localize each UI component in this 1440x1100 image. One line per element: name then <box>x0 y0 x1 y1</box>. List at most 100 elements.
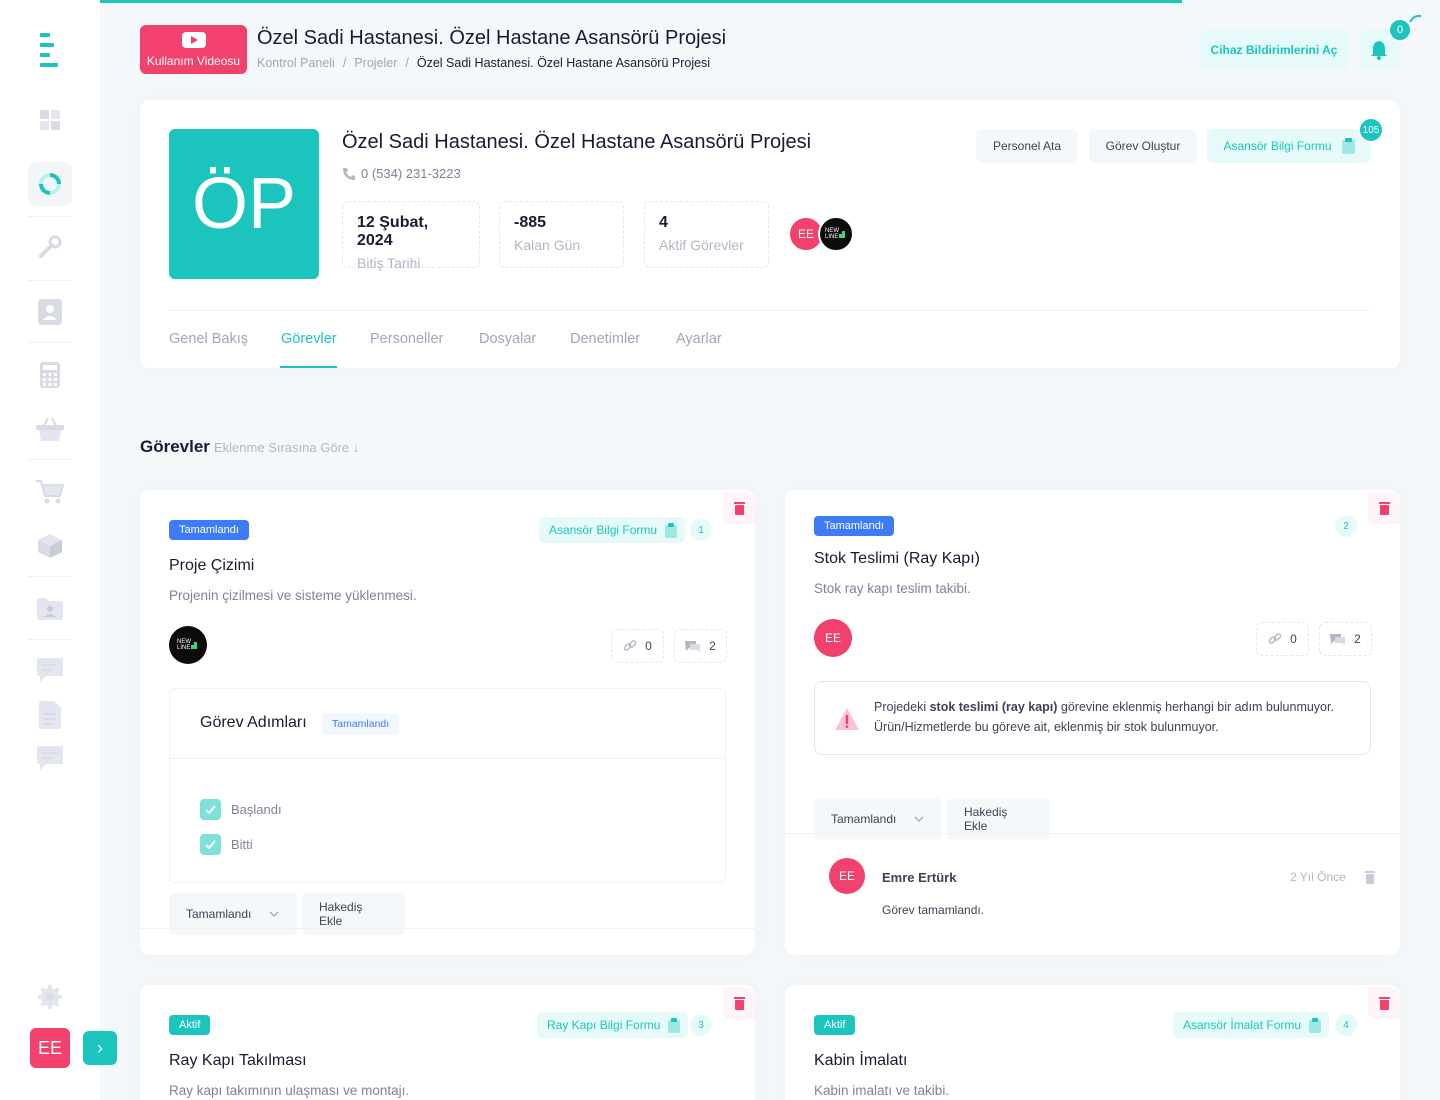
basket-icon[interactable] <box>35 414 65 444</box>
contact-card-icon[interactable] <box>35 297 65 327</box>
document-icon[interactable] <box>35 700 65 730</box>
delete-task-button[interactable] <box>723 492 755 524</box>
breadcrumb-separator: / <box>405 56 409 70</box>
task-form-button[interactable]: Asansör İmalat Formu <box>1173 1012 1330 1038</box>
trash-icon <box>1378 501 1390 515</box>
stat-value: 4 <box>659 214 668 231</box>
task-form-label: Ray Kapı Bilgi Formu <box>547 1018 661 1032</box>
page-loading-bar <box>0 0 1182 3</box>
delete-task-button[interactable] <box>723 987 755 1019</box>
task-title[interactable]: Ray Kapı Takılması <box>169 1052 307 1070</box>
assignee-avatar[interactable]: EE <box>814 619 852 657</box>
device-notifications-button[interactable]: Cihaz Bildirimlerini Aç <box>1199 30 1349 70</box>
task-form-button[interactable]: Ray Kapı Bilgi Formu <box>537 1012 689 1038</box>
assignee-logo-avatar[interactable]: NEW LINE <box>169 626 207 664</box>
links-count: 0 <box>645 639 652 653</box>
wrench-icon[interactable] <box>35 232 65 262</box>
box-icon[interactable] <box>35 531 65 561</box>
breadcrumb-home[interactable]: Kontrol Paneli <box>257 56 335 70</box>
cart-icon[interactable] <box>35 477 65 507</box>
clipboard-icon <box>1309 1017 1322 1033</box>
checkbox-checked-icon[interactable] <box>200 799 221 820</box>
task-comments-button[interactable]: 2 <box>674 629 727 663</box>
comments-count: 2 <box>709 639 716 653</box>
spinner-icon <box>1409 14 1422 23</box>
tab-tasks[interactable]: Görevler <box>281 331 337 347</box>
task-title[interactable]: Proje Çizimi <box>169 557 254 575</box>
delete-task-button[interactable] <box>1368 492 1400 524</box>
delete-task-button[interactable] <box>1368 987 1400 1019</box>
breadcrumb-projects[interactable]: Projeler <box>354 56 397 70</box>
member-logo-avatar[interactable]: NEW LINE <box>818 216 854 252</box>
app-logo[interactable] <box>40 33 58 67</box>
page-title: Özel Sadi Hastanesi. Özel Hastane Asansö… <box>257 27 727 49</box>
task-comments-button[interactable]: 2 <box>1319 622 1372 656</box>
task-form-button[interactable]: Asansör Bilgi Formu <box>539 517 686 543</box>
settings-gear-icon[interactable] <box>35 982 65 1012</box>
phone-icon <box>343 168 355 180</box>
task-status-badge: Tamamlandı <box>169 520 249 540</box>
divider <box>140 928 755 929</box>
tutorial-video-button[interactable]: Kullanım Videosu <box>140 25 247 74</box>
chevron-right-icon: › <box>97 1037 103 1058</box>
step-item[interactable]: Başlandı <box>200 799 282 820</box>
link-icon <box>623 640 637 651</box>
task-links-button[interactable]: 0 <box>1256 622 1309 656</box>
logo-mark <box>839 231 845 238</box>
task-status-badge: Aktif <box>814 1015 856 1035</box>
task-title[interactable]: Kabin İmalatı <box>814 1052 907 1070</box>
create-task-button[interactable]: Görev Oluştur <box>1089 129 1197 163</box>
task-title[interactable]: Stok Teslimi (Ray Kapı) <box>814 550 980 568</box>
task-status-badge: Aktif <box>169 1015 211 1035</box>
dashboard-icon[interactable] <box>35 105 65 135</box>
sidebar-toggle-button[interactable]: › <box>83 1031 117 1065</box>
assign-staff-button[interactable]: Personel Ata <box>976 129 1078 163</box>
step-label: Bitti <box>231 837 253 852</box>
tab-overview[interactable]: Genel Bakış <box>169 331 248 347</box>
comment-text: Görev tamamlandı. <box>882 903 985 917</box>
tasks-sort-toggle[interactable]: Eklenme Sırasına Göre ↓ <box>214 440 359 455</box>
tab-inspections[interactable]: Denetimler <box>570 331 640 347</box>
active-tab-indicator <box>280 366 337 368</box>
task-description: Kabin imalatı ve takibi. <box>814 1083 950 1098</box>
project-phone: 0 (534) 231-3223 <box>342 166 461 181</box>
status-select-value: Tamamlandı <box>186 907 252 921</box>
task-description: Stok ray kapı teslim takibi. <box>814 581 971 596</box>
stat-value: -885 <box>514 214 547 231</box>
folder-user-icon[interactable] <box>35 594 65 624</box>
task-steps-panel: Görev Adımları Tamamlandı Başlandı Bitti <box>169 688 726 883</box>
calculator-icon[interactable] <box>35 360 65 390</box>
sidebar: EE <box>0 0 100 1100</box>
task-links-button[interactable]: 0 <box>611 629 664 663</box>
checkbox-checked-icon[interactable] <box>200 834 221 855</box>
stat-remaining-days: -885 Kalan Gün <box>499 201 624 268</box>
clipboard-icon <box>665 522 678 538</box>
comment-author-avatar: EE <box>829 858 865 894</box>
tab-staff[interactable]: Personeller <box>370 331 443 347</box>
task-form-label: Asansör Bilgi Formu <box>549 523 658 537</box>
play-icon <box>181 32 206 48</box>
task-form-label: Asansör İmalat Formu <box>1183 1018 1302 1032</box>
alert-text: Projedeki <box>874 700 930 714</box>
stat-label: Kalan Gün <box>514 237 581 253</box>
logo-mark <box>191 642 197 649</box>
user-avatar[interactable]: EE <box>30 1028 70 1068</box>
status-select-value: Tamamlandı <box>831 812 897 826</box>
tab-settings[interactable]: Ayarlar <box>676 331 722 347</box>
trash-icon[interactable] <box>1365 871 1375 884</box>
message-icon[interactable] <box>35 655 65 685</box>
comment-time: 2 Yıl Önce <box>1290 870 1346 884</box>
elevator-info-form-button[interactable]: Asansör Bilgi Formu <box>1207 129 1371 163</box>
breadcrumb-current: Özel Sadi Hastanesi. Özel Hastane Asansö… <box>416 56 711 70</box>
project-card: ÖP Özel Sadi Hastanesi. Özel Hastane Asa… <box>140 100 1400 368</box>
stat-value: 12 Şubat, 2024 <box>357 214 429 249</box>
task-card: Tamamlandı 2 Stok Teslimi (Ray Kapı) Sto… <box>785 490 1400 955</box>
comment-author[interactable]: Emre Ertürk <box>882 870 956 885</box>
step-item[interactable]: Bitti <box>200 834 253 855</box>
tab-files[interactable]: Dosyalar <box>479 331 536 347</box>
trash-icon <box>733 501 745 515</box>
chat-icon[interactable] <box>35 743 65 773</box>
step-label: Başlandı <box>231 802 282 817</box>
projects-icon[interactable] <box>35 169 65 199</box>
comments-count: 2 <box>1354 632 1361 646</box>
